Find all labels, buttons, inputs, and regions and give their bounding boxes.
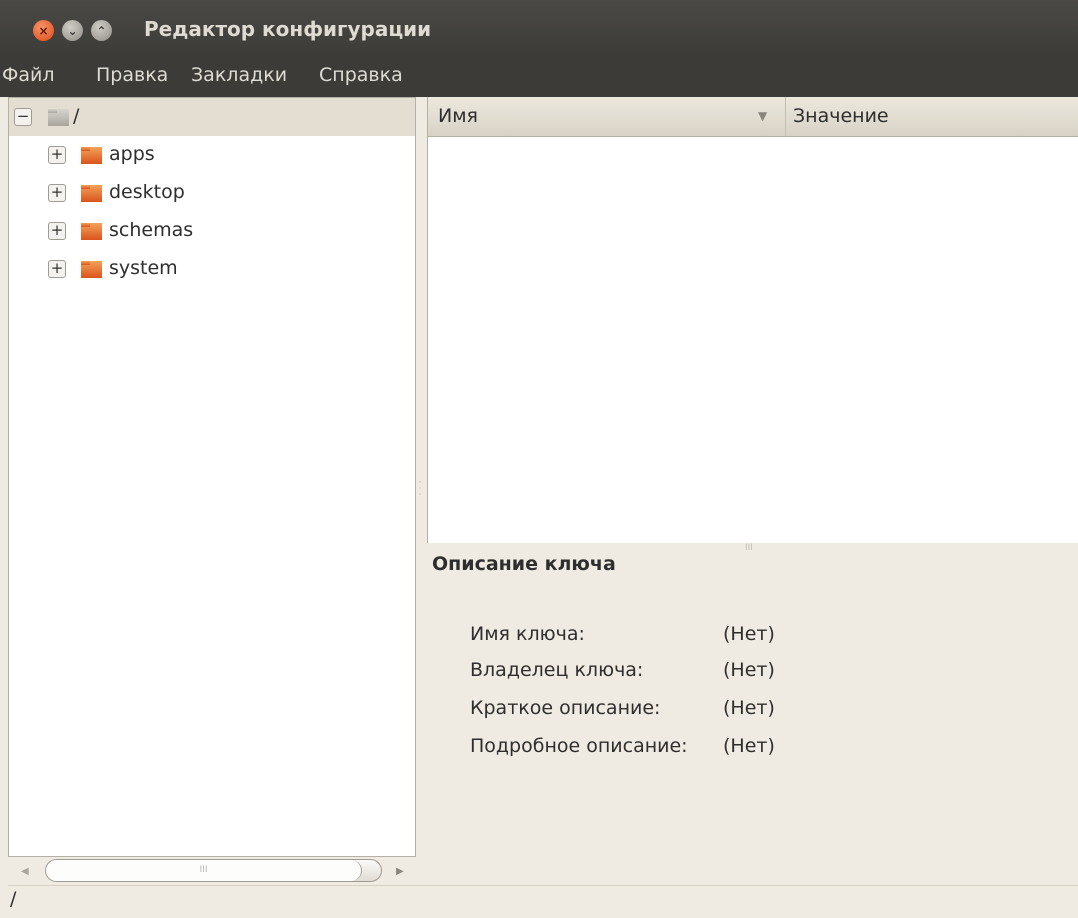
expand-icon[interactable]: +: [48, 222, 66, 240]
key-owner-label: Владелец ключа:: [470, 659, 644, 681]
key-owner-value: (Нет): [723, 659, 775, 681]
folder-icon: [81, 223, 102, 240]
title-bar: × ⌄ ⌃ Редактор конфигурации: [0, 0, 1078, 59]
expand-icon[interactable]: +: [48, 146, 66, 164]
pane-splitter[interactable]: · · ·: [418, 479, 422, 500]
tree-item-label: desktop: [109, 181, 185, 203]
expand-icon[interactable]: +: [48, 184, 66, 202]
horizontal-splitter[interactable]: III: [745, 543, 753, 553]
status-path: /: [10, 888, 17, 910]
tree-item-label: system: [109, 257, 178, 279]
sort-descending-icon: ▼: [758, 109, 768, 123]
maximize-window-icon[interactable]: ⌃: [91, 20, 112, 41]
key-name-label: Имя ключа:: [470, 623, 585, 645]
key-description-title: Описание ключа: [432, 553, 616, 575]
scroll-right-icon[interactable]: ▶: [396, 866, 404, 877]
expand-icon[interactable]: +: [48, 260, 66, 278]
minimize-window-icon[interactable]: ⌄: [62, 20, 83, 41]
column-header-name[interactable]: Имя ▼: [428, 97, 786, 136]
tree-item-label: schemas: [109, 219, 194, 241]
long-description-value: (Нет): [723, 735, 775, 757]
key-name-value: (Нет): [723, 623, 775, 645]
short-description-value: (Нет): [723, 697, 775, 719]
menu-help[interactable]: Справка: [319, 64, 403, 86]
list-header: Имя ▼ Значение: [428, 97, 1078, 137]
horizontal-scrollbar[interactable]: III: [45, 859, 382, 882]
folder-icon: [48, 109, 69, 126]
menu-edit[interactable]: Правка: [96, 64, 168, 86]
tree-root-row[interactable]: − /: [9, 98, 415, 136]
folder-icon: [81, 185, 102, 202]
long-description-label: Подробное описание:: [470, 735, 688, 757]
menu-bar: Файл Правка Закладки Справка: [0, 59, 1078, 97]
status-separator: [8, 885, 1078, 886]
menu-bookmarks[interactable]: Закладки: [191, 64, 287, 86]
column-header-name-label: Имя: [438, 105, 478, 127]
config-tree[interactable]: − / + apps + desktop + schemas + system: [8, 97, 416, 857]
menu-file[interactable]: Файл: [2, 64, 55, 86]
tree-item-label: apps: [109, 143, 155, 165]
window-title: Редактор конфигурации: [144, 17, 432, 41]
folder-icon: [81, 147, 102, 164]
tree-item-label: /: [73, 105, 80, 127]
short-description-label: Краткое описание:: [470, 697, 661, 719]
close-window-icon[interactable]: ×: [33, 20, 54, 41]
folder-icon: [81, 261, 102, 278]
scroll-left-icon[interactable]: ◀: [21, 866, 29, 877]
scrollbar-thumb[interactable]: III: [46, 860, 362, 881]
collapse-icon[interactable]: −: [14, 108, 32, 126]
key-list[interactable]: Имя ▼ Значение: [427, 97, 1078, 543]
column-header-value[interactable]: Значение: [793, 105, 889, 127]
